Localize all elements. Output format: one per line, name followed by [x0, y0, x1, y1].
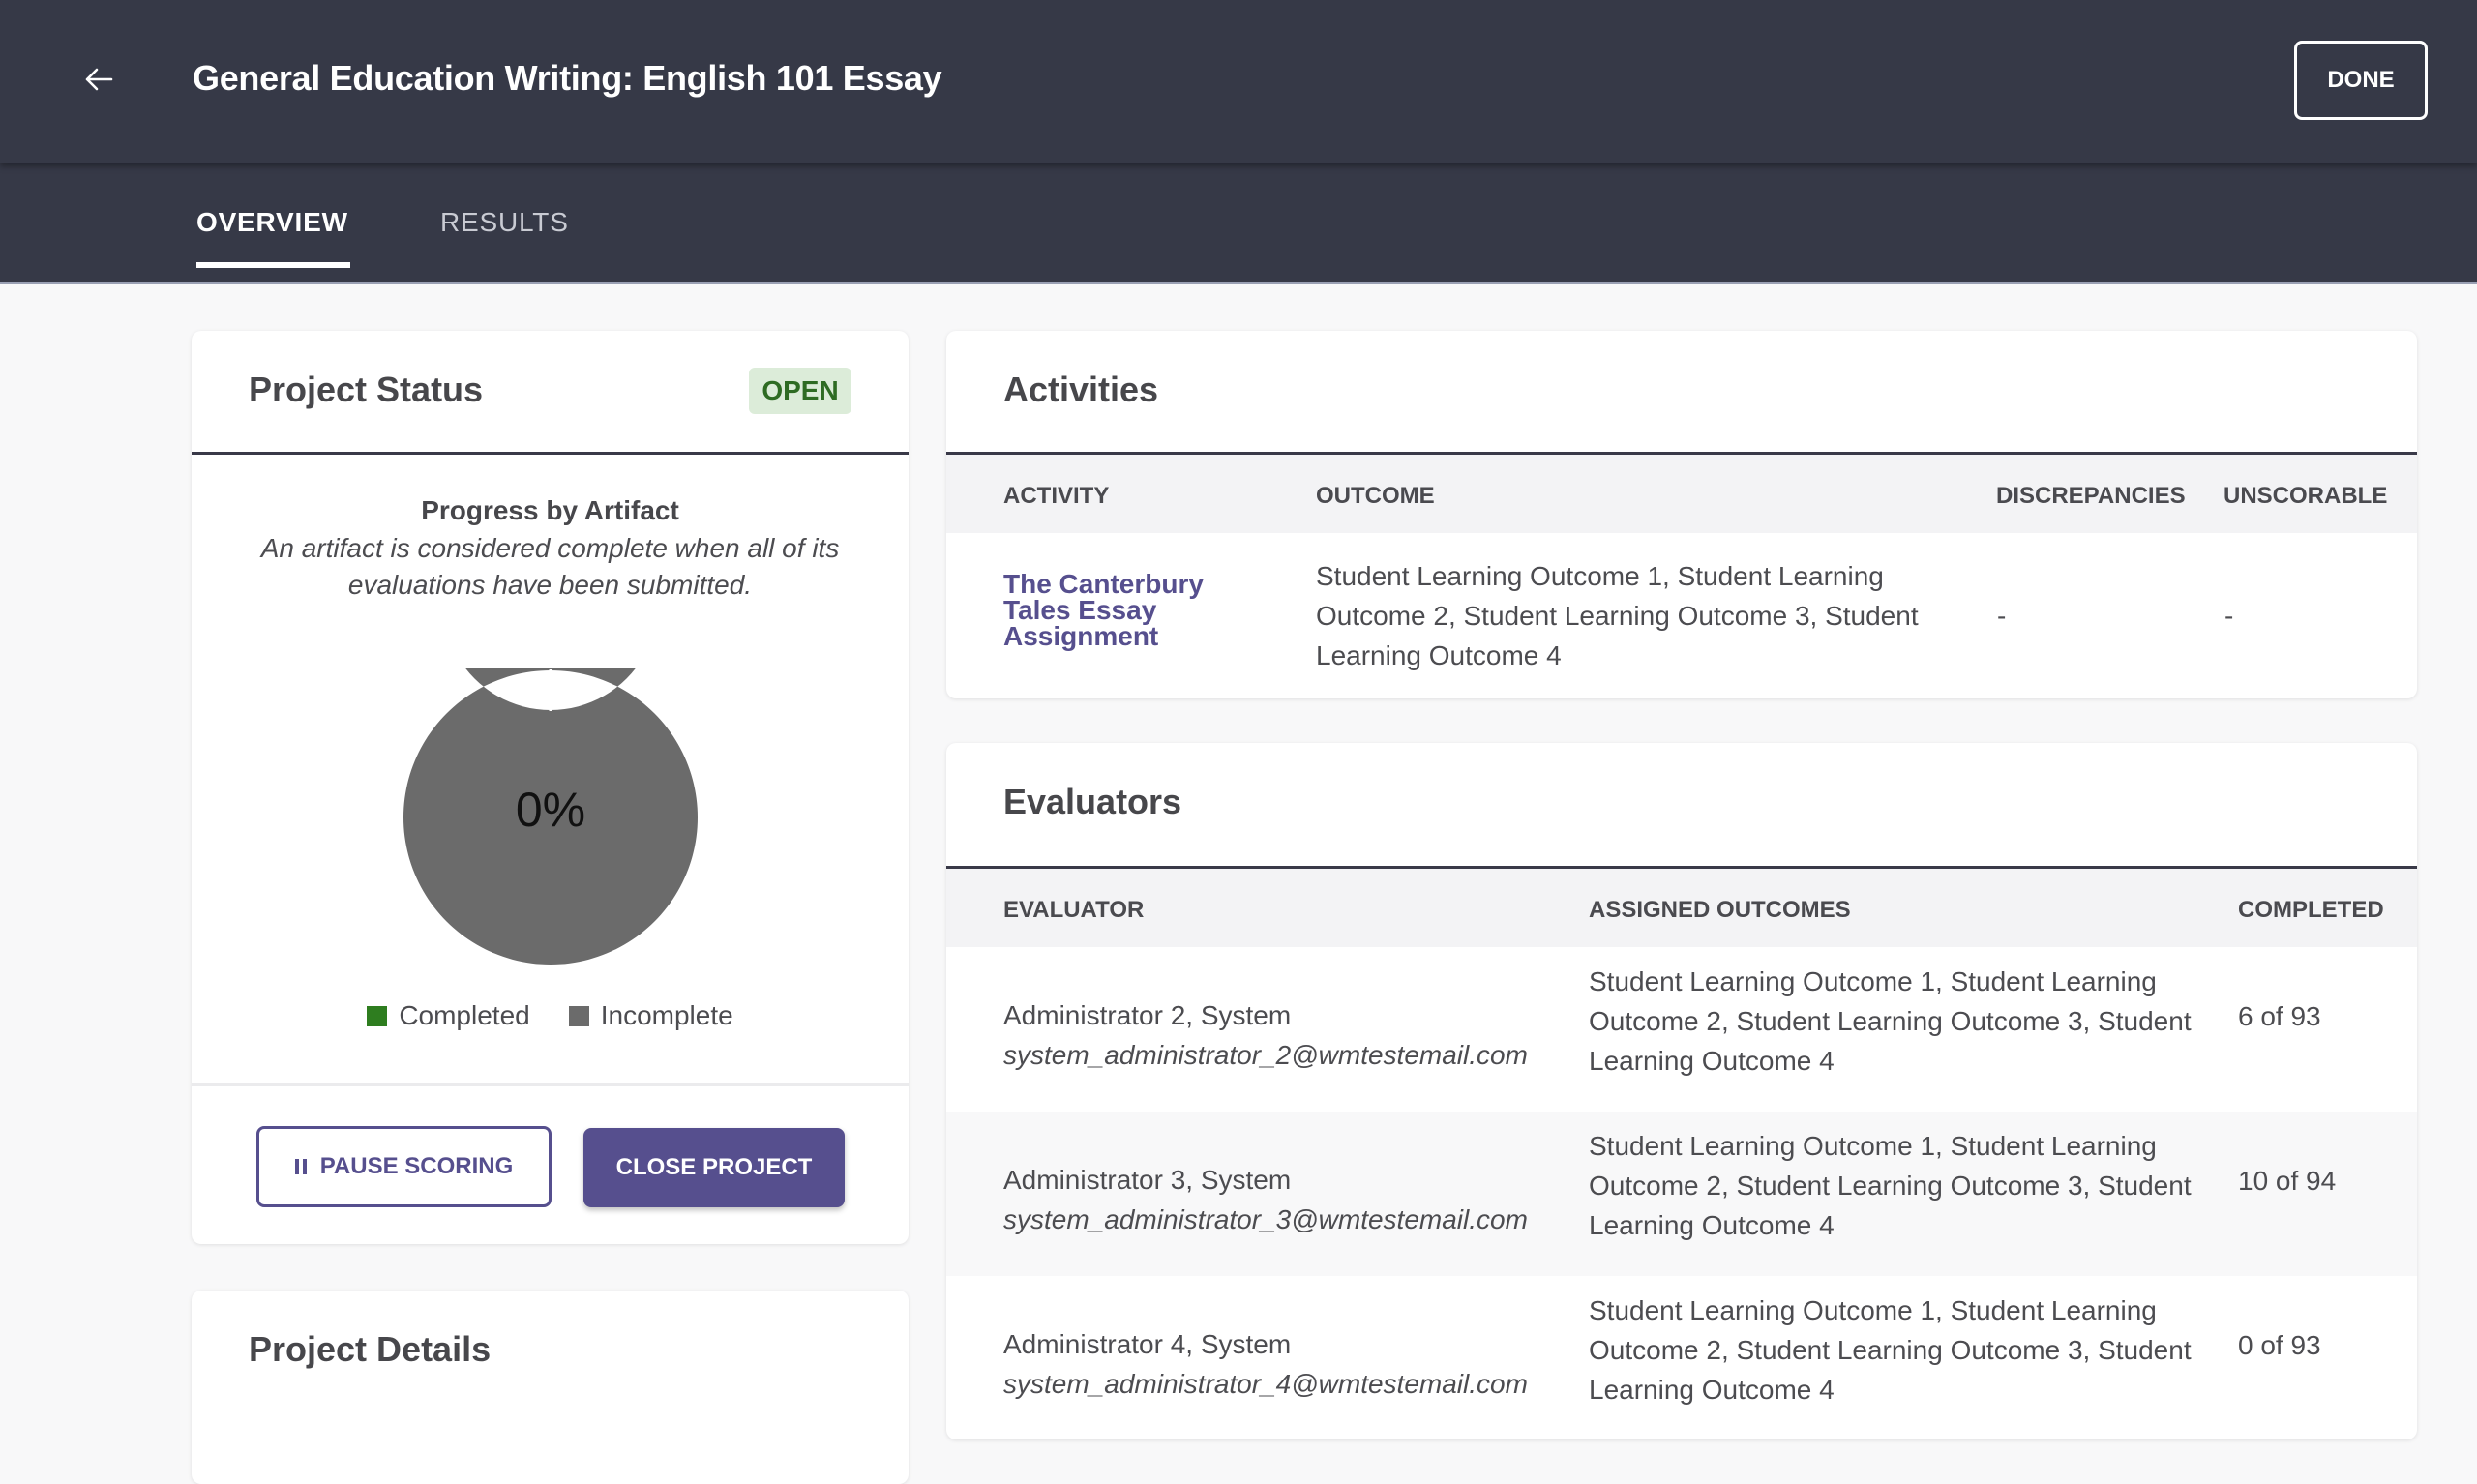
activities-table-header: ACTIVITY OUTCOME DISCREPANCIES UNSCORABL… — [946, 455, 2417, 533]
table-row: Administrator 4, System system_administr… — [946, 1276, 2417, 1440]
pause-scoring-label: PAUSE SCORING — [319, 1153, 514, 1179]
activity-discrepancies: - — [1997, 601, 2007, 631]
column-header-outcome: OUTCOME — [1316, 483, 1435, 509]
done-button[interactable]: DONE — [2294, 41, 2428, 120]
status-badge: OPEN — [749, 368, 851, 414]
legend-label-completed: Completed — [399, 1000, 530, 1030]
tab-results[interactable]: RESULTS — [440, 207, 569, 238]
evaluator-completed: 0 of 93 — [2238, 1330, 2321, 1360]
evaluators-title: Evaluators — [1003, 782, 1182, 821]
project-details-card: Project Details — [192, 1291, 909, 1484]
progress-note: An artifact is considered complete when … — [260, 533, 840, 600]
evaluator-outcomes: Student Learning Outcome 1, Student Lear… — [1589, 1131, 2192, 1240]
close-project-button[interactable]: CLOSE PROJECT — [583, 1128, 845, 1207]
active-tab-indicator — [196, 262, 350, 268]
evaluator-email: system_administrator_4@wmtestemail.com — [1003, 1369, 1528, 1399]
project-status-card: Project Status OPEN Progress by Artifact… — [192, 331, 909, 1244]
tab-overview[interactable]: OVERVIEW — [196, 207, 348, 238]
evaluator-outcomes: Student Learning Outcome 1, Student Lear… — [1589, 1295, 2192, 1405]
legend-item-incomplete: Incomplete — [568, 1000, 733, 1031]
evaluators-card: Evaluators EVALUATOR ASSIGNED OUTCOMES C… — [946, 743, 2417, 1439]
actions-divider — [192, 1083, 909, 1086]
pause-icon — [294, 1159, 307, 1174]
evaluator-email: system_administrator_2@wmtestemail.com — [1003, 1040, 1528, 1070]
activities-card: Activities ACTIVITY OUTCOME DISCREPANCIE… — [946, 331, 2417, 698]
column-header-completed: COMPLETED — [2238, 897, 2384, 923]
evaluator-completed: 6 of 93 — [2238, 1001, 2321, 1031]
app-header: General Education Writing: English 101 E… — [0, 0, 2477, 163]
page-title: General Education Writing: English 101 E… — [193, 58, 942, 98]
evaluator-email: system_administrator_3@wmtestemail.com — [1003, 1204, 1528, 1234]
back-button[interactable] — [77, 60, 120, 99]
progress-heading: Progress by Artifact — [421, 495, 679, 525]
column-header-unscorable: UNSCORABLE — [2223, 483, 2388, 509]
pause-scoring-button[interactable]: PAUSE SCORING — [256, 1126, 552, 1207]
arrow-left-icon — [85, 68, 113, 91]
header-divider — [192, 452, 909, 455]
legend-swatch-completed — [367, 1005, 388, 1026]
evaluator-name: Administrator 2, System — [1003, 1000, 1292, 1030]
evaluator-outcomes: Student Learning Outcome 1, Student Lear… — [1589, 966, 2192, 1076]
table-row: Administrator 3, System system_administr… — [946, 1112, 2417, 1276]
chart-legend: Completed Incomplete — [192, 1000, 909, 1031]
legend-swatch-incomplete — [568, 1005, 589, 1026]
evaluator-completed: 10 of 94 — [2238, 1166, 2337, 1196]
column-header-assigned-outcomes: ASSIGNED OUTCOMES — [1589, 897, 1851, 923]
column-header-discrepancies: DISCREPANCIES — [1996, 483, 2186, 509]
column-header-activity: ACTIVITY — [1003, 483, 1110, 509]
evaluator-name: Administrator 3, System — [1003, 1165, 1292, 1195]
column-header-evaluator: EVALUATOR — [1003, 897, 1145, 923]
legend-label-incomplete: Incomplete — [600, 1000, 733, 1030]
legend-item-completed: Completed — [367, 1000, 530, 1031]
activity-link[interactable]: The Canterbury Tales Essay Assignment — [1003, 571, 1226, 650]
evaluator-name: Administrator 4, System — [1003, 1329, 1292, 1359]
tab-bar: OVERVIEW RESULTS — [0, 163, 2477, 284]
evaluators-table-header: EVALUATOR ASSIGNED OUTCOMES COMPLETED — [946, 869, 2417, 947]
project-status-title: Project Status — [249, 370, 484, 409]
activity-outcome: Student Learning Outcome 1, Student Lear… — [1316, 561, 1919, 670]
donut-center-label: 0% — [515, 783, 586, 837]
table-row: Administrator 2, System system_administr… — [946, 947, 2417, 1112]
activity-unscorable: - — [2224, 601, 2234, 631]
activities-title: Activities — [1003, 370, 1159, 409]
project-details-title: Project Details — [249, 1329, 492, 1369]
